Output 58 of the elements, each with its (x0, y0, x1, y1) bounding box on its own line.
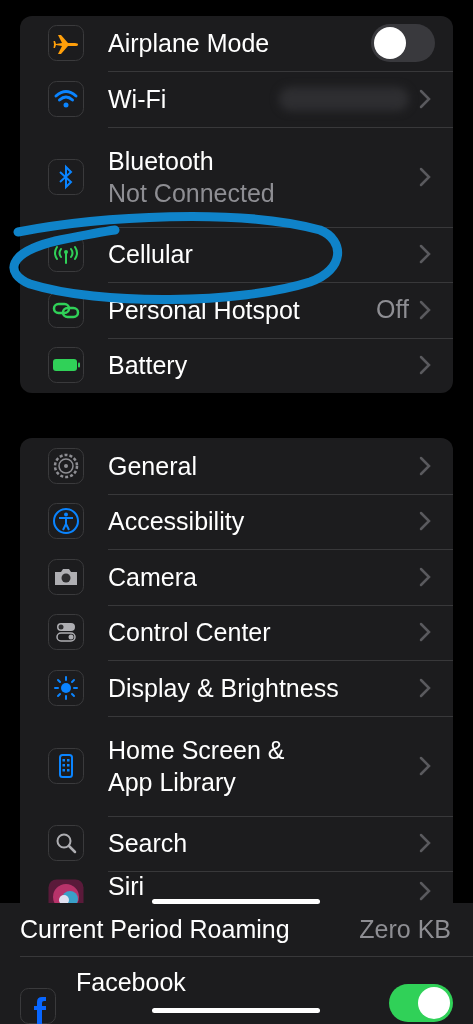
chevron-icon (419, 677, 431, 698)
settings-row[interactable]: Airplane Mode (20, 15, 453, 71)
chevron-icon (419, 88, 431, 109)
gear-icon (47, 447, 84, 484)
settings-row[interactable]: General (20, 438, 453, 494)
settings-row[interactable]: Camera (20, 549, 453, 605)
chevron-icon (419, 299, 431, 320)
chevron-icon (419, 355, 431, 376)
chevron-icon (419, 566, 431, 587)
row-subtitle: Not Connected (108, 177, 276, 209)
row-label: Display & Brightness (108, 672, 340, 704)
settings-row[interactable]: Personal Hotspot Off (20, 282, 453, 338)
settings-row[interactable]: Cellular (20, 226, 453, 282)
chevron-icon (419, 755, 431, 776)
row-label: Home Screen & App Library (108, 734, 286, 798)
bluetooth-icon (47, 158, 84, 195)
row-label: Airplane Mode (108, 28, 271, 60)
row-label: Personal Hotspot (108, 294, 301, 326)
settings-row[interactable]: Search (20, 815, 453, 871)
camera-icon (47, 558, 84, 595)
wifi-icon (47, 80, 84, 117)
chevron-icon (419, 833, 431, 854)
row-label: Siri (108, 871, 146, 901)
chevron-icon (419, 881, 431, 901)
chevron-icon (419, 622, 431, 643)
settings-row[interactable]: Wi-Fi (20, 71, 453, 127)
chevron-icon (419, 511, 431, 532)
settings-row[interactable]: Control Center (20, 604, 453, 660)
airplane-icon (47, 25, 84, 62)
toggle-switch[interactable] (371, 24, 435, 63)
settings-row[interactable]: Display & Brightness (20, 660, 453, 716)
phone-grid-icon (47, 747, 84, 784)
row-label: Wi-Fi (108, 83, 168, 115)
accessibility-icon (47, 503, 84, 540)
toggle-switch[interactable] (389, 984, 453, 1022)
row-label: Bluetooth (108, 145, 215, 177)
settings-row[interactable]: Accessibility (20, 493, 453, 549)
chevron-icon (419, 166, 431, 187)
search-icon (47, 825, 84, 862)
switches-icon (47, 614, 84, 651)
row-label: Camera (108, 561, 198, 593)
row-label: Accessibility (108, 506, 246, 538)
row-label: Battery (108, 350, 189, 382)
battery-icon (47, 347, 84, 384)
settings-row[interactable]: Bluetooth Not Connected (20, 126, 453, 227)
row-value: Off (376, 295, 409, 325)
settings-row[interactable]: Home Screen & App Library (20, 715, 453, 816)
row-label: General (108, 450, 198, 482)
roaming-value: Zero KB (359, 915, 451, 944)
chevron-icon (419, 455, 431, 476)
chevron-icon (419, 244, 431, 265)
row-label: Control Center (108, 617, 272, 649)
roaming-label: Current Period Roaming (20, 915, 290, 944)
sun-icon (47, 669, 84, 706)
row-label: Search (108, 828, 189, 860)
app-name: Facebook (76, 970, 186, 995)
row-label: Cellular (108, 239, 194, 271)
settings-row[interactable]: Battery (20, 337, 453, 393)
